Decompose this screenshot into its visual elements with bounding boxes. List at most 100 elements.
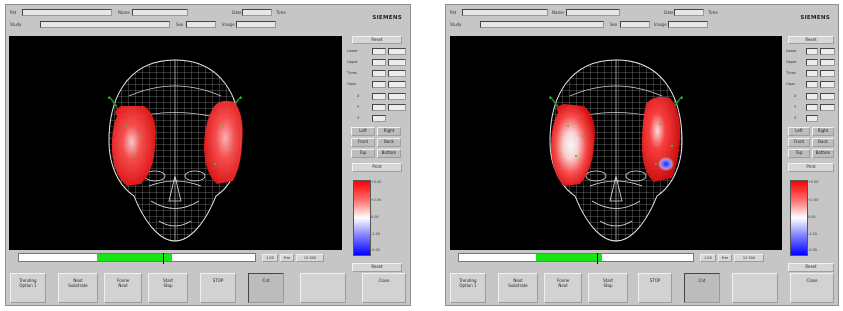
top-reset-button[interactable]: Reset xyxy=(788,36,834,44)
control-value-field[interactable] xyxy=(372,59,386,66)
toolbar-button[interactable]: Cnt xyxy=(248,273,284,303)
deactivation-region xyxy=(658,157,674,171)
frame-slider[interactable] xyxy=(458,253,694,264)
toolbar-button[interactable]: Close xyxy=(790,273,834,303)
color-scale-ticks: +5.00 +2.50 0.00 -2.50 -5.00 xyxy=(371,180,409,254)
patient-field xyxy=(22,9,112,16)
control-label: Opac. xyxy=(786,82,797,86)
header-label-patient: Pat xyxy=(10,10,17,15)
header-label-study: Study xyxy=(10,22,22,27)
toolbar-button[interactable] xyxy=(300,273,346,303)
slider-readout: 1.00 xyxy=(700,254,716,262)
toolbar-button[interactable]: Frame Next xyxy=(104,273,142,303)
control-label: X xyxy=(794,94,797,98)
print-button[interactable]: Print xyxy=(788,163,834,172)
control-label: Lower xyxy=(786,49,797,53)
control-value-field[interactable] xyxy=(372,115,386,122)
head-render-viewport[interactable] xyxy=(9,36,342,250)
control-value-field[interactable] xyxy=(806,48,818,55)
control-label: Opac. xyxy=(347,82,358,86)
frame-slider-thumb[interactable] xyxy=(162,253,164,264)
color-scale-ticks: +5.00 +2.50 0.00 -2.50 -5.00 xyxy=(808,180,834,254)
color-scale-tick: -5.00 xyxy=(371,248,380,252)
toolbar-button[interactable]: STOP xyxy=(638,273,672,303)
color-scale-tick: -2.50 xyxy=(371,232,380,236)
toolbar-button[interactable]: Trending Option 1 xyxy=(10,273,46,303)
control-value-field[interactable] xyxy=(388,70,406,77)
control-value-field[interactable] xyxy=(388,93,406,100)
view-bottom-button[interactable]: Bottom xyxy=(812,149,834,158)
control-value-field[interactable] xyxy=(806,104,818,111)
frame-slider-fill xyxy=(96,254,173,261)
toolbar-button[interactable]: STOP xyxy=(200,273,236,303)
toolbar-button[interactable]: Trending Option 1 xyxy=(450,273,486,303)
control-label: X xyxy=(357,94,360,98)
control-value-field[interactable] xyxy=(806,70,818,77)
view-back-button[interactable]: Back xyxy=(812,138,834,147)
top-reset-button[interactable]: Reset xyxy=(352,36,402,44)
view-top-button[interactable]: Top xyxy=(788,149,810,158)
head-render-viewport[interactable] xyxy=(450,36,782,250)
control-value-field[interactable] xyxy=(806,115,818,122)
view-back-button[interactable]: Back xyxy=(377,138,401,147)
view-right-button[interactable]: Right xyxy=(812,127,834,136)
control-value-field[interactable] xyxy=(372,70,386,77)
toolbar-button[interactable] xyxy=(732,273,778,303)
view-front-button[interactable]: Front xyxy=(788,138,810,147)
control-value-field[interactable] xyxy=(820,81,835,88)
control-value-field[interactable] xyxy=(806,93,818,100)
study-field xyxy=(480,21,604,28)
viewer-panel-right: Pat Name Date Time Study Sex Image SIEME… xyxy=(445,4,839,306)
toolbar-button[interactable]: Next Substrate xyxy=(58,273,98,303)
control-value-field[interactable] xyxy=(372,93,386,100)
control-value-field[interactable] xyxy=(388,48,406,55)
sex-field xyxy=(186,21,216,28)
name-field xyxy=(132,9,188,16)
control-value-field[interactable] xyxy=(372,48,386,55)
control-label: Y xyxy=(357,105,360,109)
control-value-field[interactable] xyxy=(372,81,386,88)
control-label: Upper xyxy=(347,60,358,64)
view-bottom-button[interactable]: Bottom xyxy=(377,149,401,158)
frame-slider-thumb[interactable] xyxy=(597,253,599,264)
control-value-field[interactable] xyxy=(820,59,835,66)
control-value-field[interactable] xyxy=(388,81,406,88)
color-scale-tick: -2.50 xyxy=(808,232,817,236)
toolbar-button[interactable]: Cnt xyxy=(684,273,720,303)
header-label-name: Name xyxy=(118,10,130,15)
color-scale-bar xyxy=(353,180,371,256)
control-value-field[interactable] xyxy=(372,104,386,111)
header-label-study: Study xyxy=(450,22,462,27)
view-left-button[interactable]: Left xyxy=(788,127,810,136)
sex-field xyxy=(620,21,650,28)
control-column: Reset Lower Upper Thres Opac. X Y Z Left… xyxy=(347,36,407,276)
image-field xyxy=(668,21,708,28)
print-button[interactable]: Print xyxy=(352,163,402,172)
view-right-button[interactable]: Right xyxy=(377,127,401,136)
control-value-field[interactable] xyxy=(820,48,835,55)
toolbar-button[interactable]: Start Stop xyxy=(588,273,628,303)
frame-slider-fill xyxy=(536,254,602,261)
control-value-field[interactable] xyxy=(820,93,835,100)
control-value-field[interactable] xyxy=(388,104,406,111)
header-label-patient: Pat xyxy=(450,10,457,15)
toolbar-button[interactable]: Next Substrate xyxy=(498,273,538,303)
frame-slider[interactable] xyxy=(18,253,256,264)
patient-header: Pat Name Date Time Study Sex Image SIEME… xyxy=(8,7,408,33)
view-top-button[interactable]: Top xyxy=(351,149,375,158)
control-value-field[interactable] xyxy=(806,81,818,88)
toolbar-button[interactable]: Frame Next xyxy=(544,273,582,303)
viewer-panel-left: Pat Name Date Time Study Sex Image SIEME… xyxy=(5,4,411,306)
toolbar-button[interactable]: Close xyxy=(362,273,406,303)
view-front-button[interactable]: Front xyxy=(351,138,375,147)
slider-readout: 12.500 xyxy=(734,254,764,262)
view-left-button[interactable]: Left xyxy=(351,127,375,136)
control-value-field[interactable] xyxy=(806,59,818,66)
control-value-field[interactable] xyxy=(388,59,406,66)
date-field xyxy=(242,9,272,16)
control-value-field[interactable] xyxy=(820,70,835,77)
color-scale-tick: 0.00 xyxy=(371,215,379,219)
header-label-sex: Sex xyxy=(610,22,618,27)
control-value-field[interactable] xyxy=(820,104,835,111)
toolbar-button[interactable]: Start Stop xyxy=(148,273,188,303)
